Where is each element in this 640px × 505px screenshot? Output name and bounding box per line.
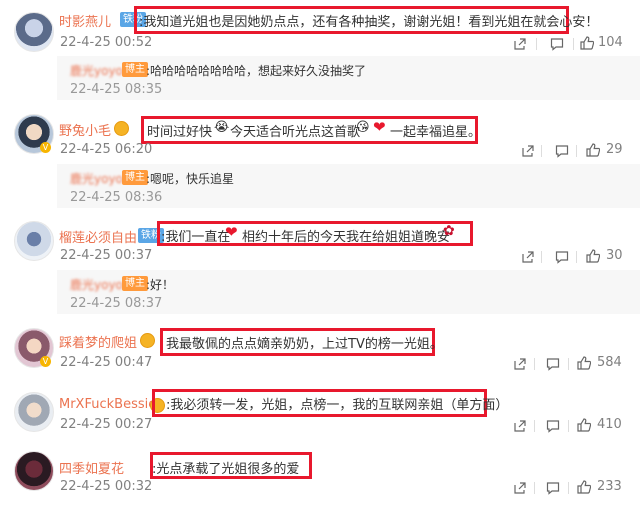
divider bbox=[568, 420, 569, 432]
share-icon[interactable] bbox=[513, 37, 527, 51]
divider bbox=[541, 145, 542, 157]
like-count: 233 bbox=[597, 479, 622, 494]
blogger-badge: 博主 bbox=[122, 170, 148, 185]
reply-time: 22-4-25 08:36 bbox=[70, 190, 163, 205]
username[interactable]: 四季如夏花 bbox=[59, 458, 124, 477]
reply-time: 22-4-25 08:37 bbox=[70, 296, 163, 311]
username[interactable]: 时影燕儿 bbox=[59, 11, 111, 30]
comment-time: 22-4-25 00:32 bbox=[60, 479, 153, 494]
heart-icon: ❤ bbox=[225, 223, 238, 241]
like-count: 410 bbox=[597, 417, 622, 432]
like-icon[interactable] bbox=[586, 249, 600, 263]
comment-time: 22-4-25 00:52 bbox=[60, 35, 153, 50]
comment-icon[interactable] bbox=[550, 37, 564, 51]
divider bbox=[534, 358, 535, 370]
divider bbox=[573, 38, 574, 50]
comment-text: :我们一直在 bbox=[161, 230, 231, 245]
comment-text-end: 一起幸福追星。 bbox=[390, 125, 482, 140]
comment-text: :光点承载了光姐很多的爱 bbox=[152, 462, 300, 477]
share-icon[interactable] bbox=[513, 357, 527, 371]
vip-icon bbox=[114, 121, 129, 136]
reply-username[interactable]: 鹿光yoyo bbox=[70, 276, 123, 293]
reply-time: 22-4-25 08:35 bbox=[70, 82, 163, 97]
divider bbox=[576, 251, 577, 263]
comment-text: 我最敬佩的点点嫡亲奶奶，上过TV的榜一光姐。 bbox=[166, 337, 443, 352]
reply-text: :好！ bbox=[146, 278, 175, 292]
comment-icon[interactable] bbox=[546, 481, 560, 495]
reply-username[interactable]: 鹿光yoyo bbox=[70, 62, 123, 79]
avatar[interactable] bbox=[14, 392, 54, 432]
like-icon[interactable] bbox=[577, 418, 591, 432]
reply-text: :嗯呢，快乐追星 bbox=[146, 172, 235, 186]
comment-time: 22-4-25 00:27 bbox=[60, 417, 153, 432]
avatar[interactable] bbox=[14, 221, 54, 261]
divider bbox=[541, 251, 542, 263]
verified-icon: V bbox=[40, 142, 51, 153]
like-count: 104 bbox=[598, 35, 623, 50]
avatar[interactable] bbox=[14, 451, 54, 491]
comment-time: 22-4-25 00:37 bbox=[60, 248, 153, 263]
share-icon[interactable] bbox=[513, 481, 527, 495]
divider bbox=[536, 38, 537, 50]
comment-time: 22-4-25 00:47 bbox=[60, 355, 153, 370]
verified-icon: V bbox=[40, 356, 51, 367]
share-icon[interactable] bbox=[513, 419, 527, 433]
comment-icon[interactable] bbox=[555, 144, 569, 158]
username[interactable]: 野兔小毛 bbox=[59, 120, 111, 139]
comment-text: 时间过好快 bbox=[147, 125, 213, 140]
divider bbox=[568, 358, 569, 370]
comment-text-continued: 相约十年后的今天我在给姐姐道晚安 bbox=[242, 230, 451, 245]
blogger-badge: 博主 bbox=[122, 62, 148, 77]
like-icon[interactable] bbox=[586, 143, 600, 157]
divider bbox=[568, 482, 569, 494]
comment-icon[interactable] bbox=[546, 419, 560, 433]
like-icon[interactable] bbox=[580, 36, 594, 50]
divider bbox=[534, 420, 535, 432]
share-icon[interactable] bbox=[521, 144, 535, 158]
like-count: 30 bbox=[606, 248, 623, 263]
username[interactable]: MrXFuckBessie bbox=[59, 397, 156, 412]
divider bbox=[534, 482, 535, 494]
comment-text: :我知道光姐也是因她奶点点，还有各种抽奖，谢谢光姐！看到光姐在就会心安！ bbox=[139, 15, 599, 30]
comment-text-continued: 今天适合听光点这首歌 bbox=[230, 125, 361, 140]
divider bbox=[576, 145, 577, 157]
comment-text: :我必须转一发，光姐，点榜一，我的互联网亲姐（单方面） bbox=[166, 398, 509, 413]
vip-icon bbox=[140, 333, 155, 348]
username[interactable]: 踩着梦的爬姐 bbox=[59, 332, 137, 351]
heart-icon: ❤ bbox=[373, 118, 386, 136]
like-icon[interactable] bbox=[577, 356, 591, 370]
comment-time: 22-4-25 06:20 bbox=[60, 142, 153, 157]
emoji-icon: 😘 bbox=[356, 120, 370, 135]
comment-icon[interactable] bbox=[546, 357, 560, 371]
reply-text: :哈哈哈哈哈哈哈哈，想起来好久没抽奖了 bbox=[146, 64, 367, 78]
rose-icon: ✿ bbox=[443, 223, 455, 239]
like-count: 584 bbox=[597, 355, 622, 370]
reply-username[interactable]: 鹿光yoyo bbox=[70, 170, 123, 187]
like-count: 29 bbox=[606, 142, 623, 157]
emoji-icon: 😭 bbox=[214, 120, 230, 135]
avatar[interactable] bbox=[14, 12, 54, 52]
comment-icon[interactable] bbox=[555, 250, 569, 264]
like-icon[interactable] bbox=[577, 480, 591, 494]
username[interactable]: 榴莲必须自由 bbox=[59, 227, 137, 246]
blogger-badge: 博主 bbox=[122, 276, 148, 291]
share-icon[interactable] bbox=[521, 250, 535, 264]
